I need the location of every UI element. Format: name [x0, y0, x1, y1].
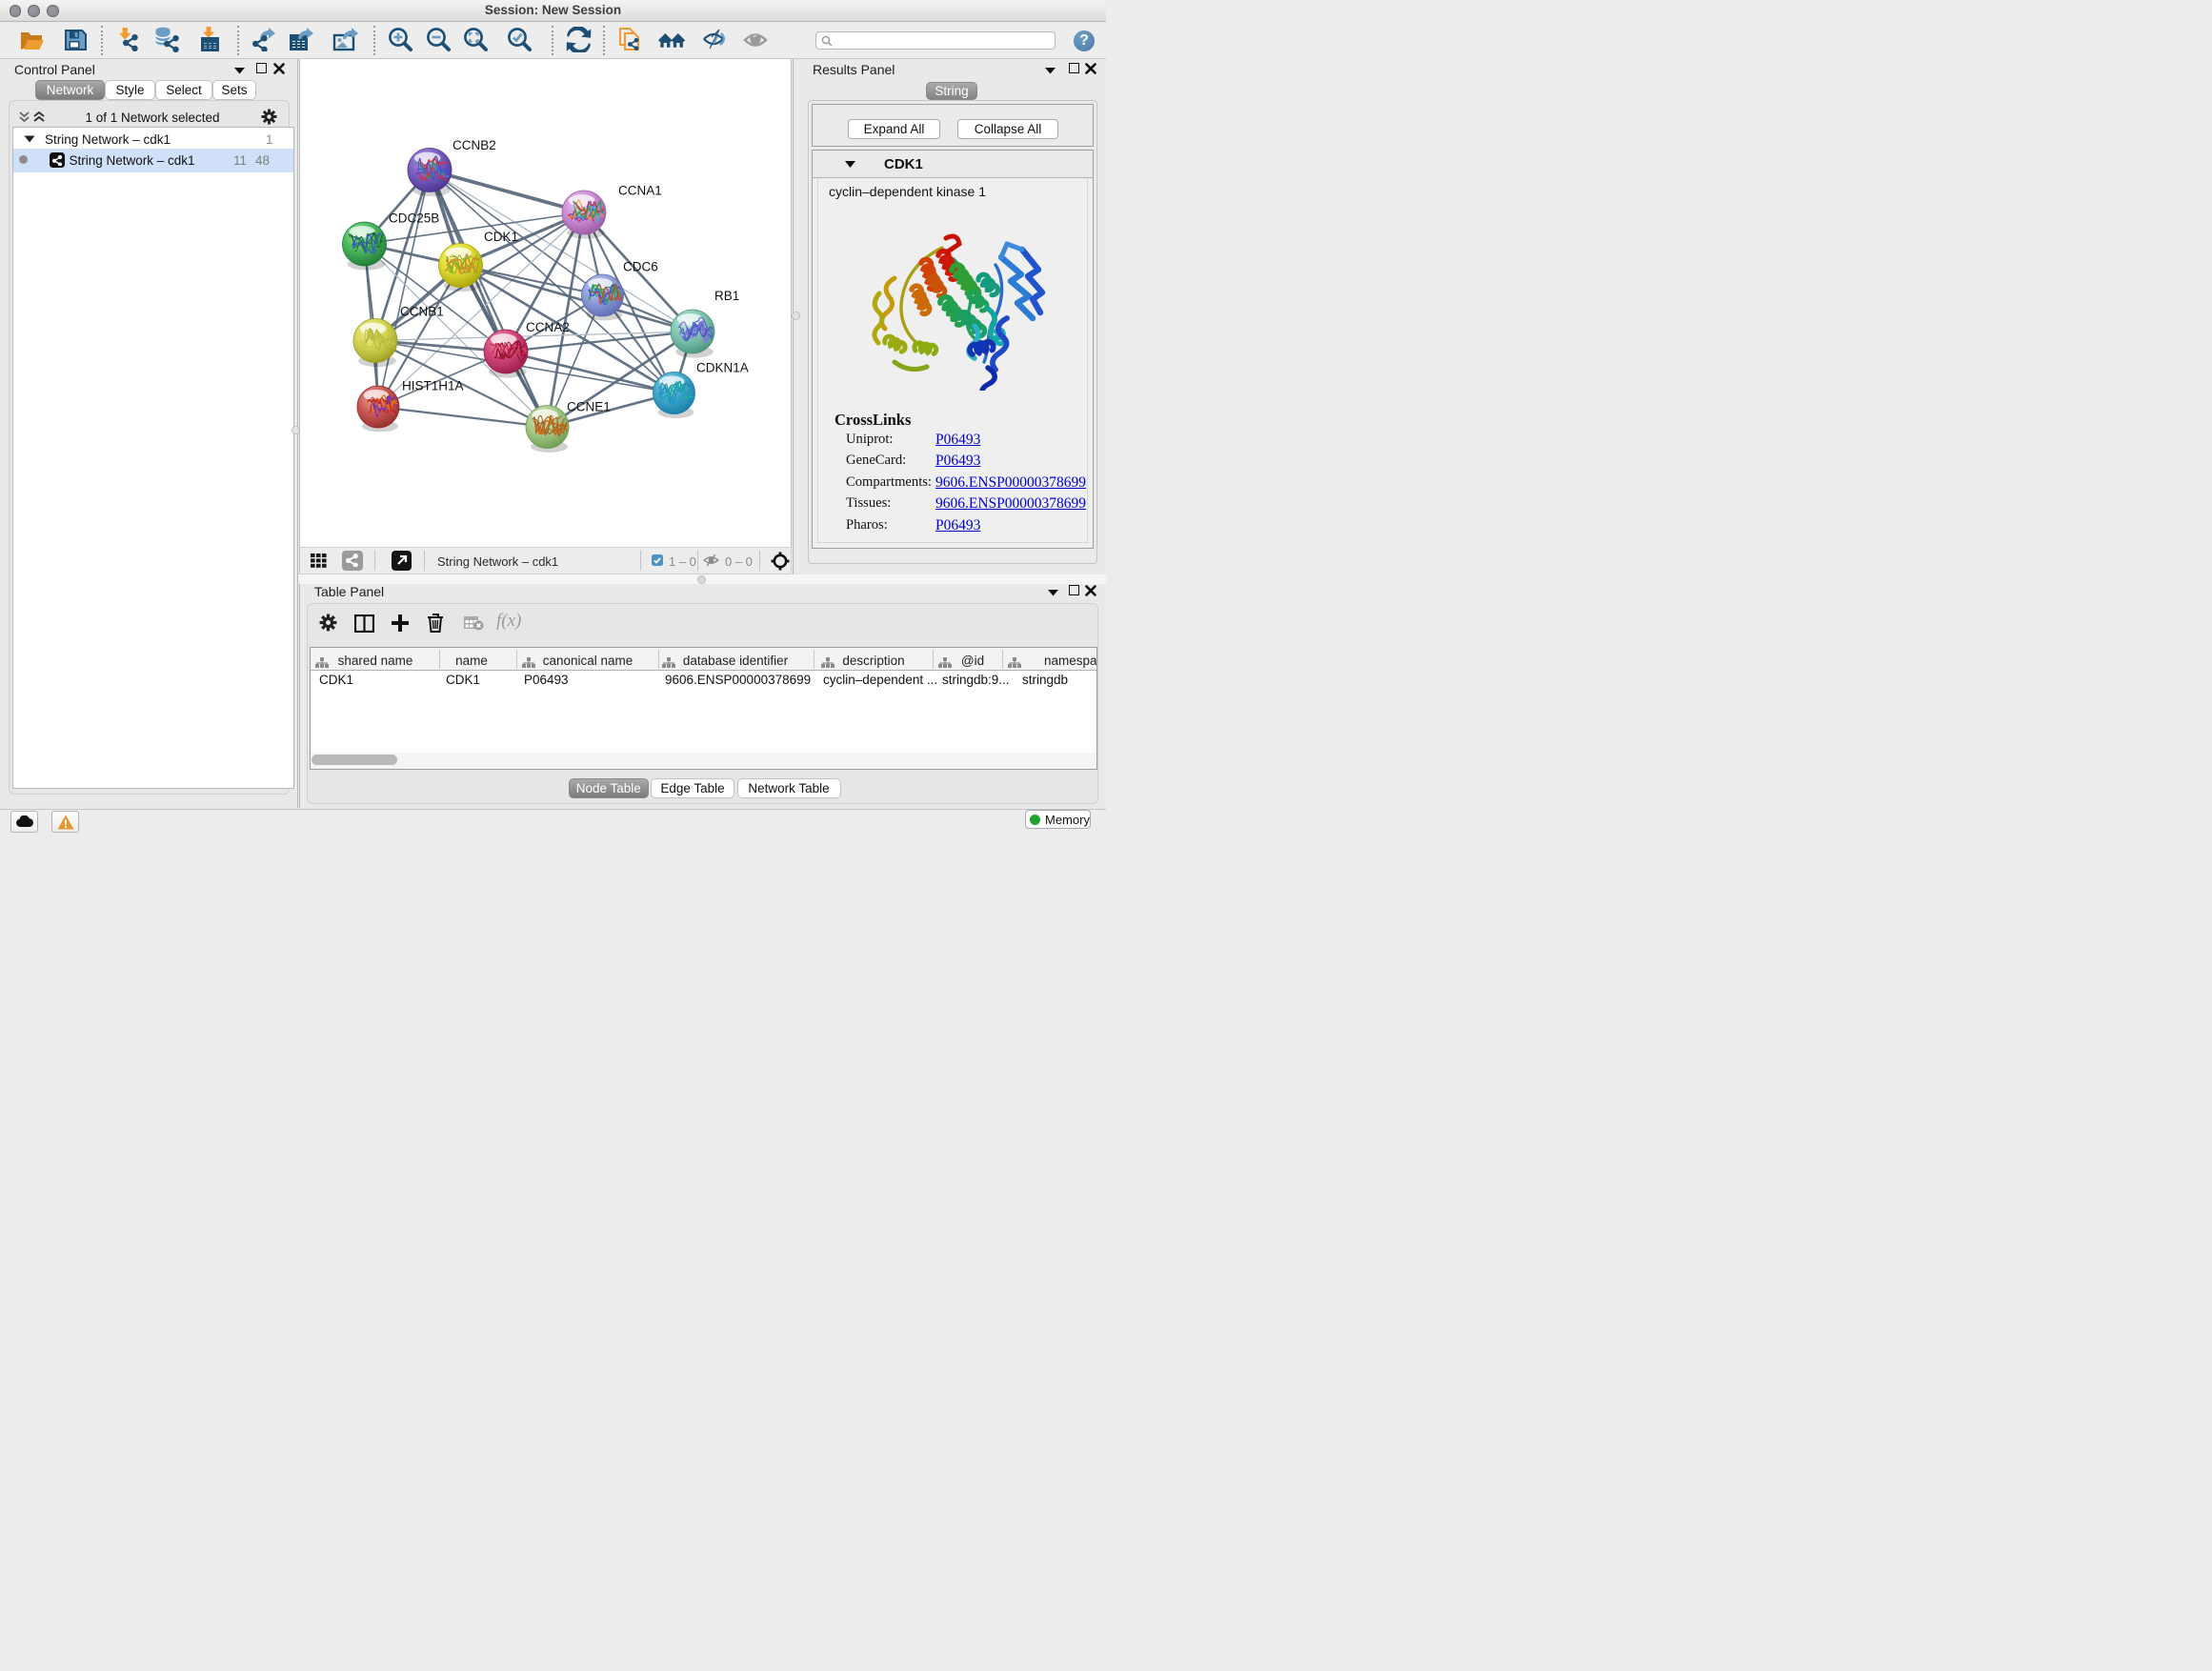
svg-text:RB1: RB1	[714, 289, 739, 303]
svg-text:CCNA2: CCNA2	[526, 320, 570, 334]
svg-text:CCNE1: CCNE1	[567, 400, 611, 414]
svg-text:CDKN1A: CDKN1A	[696, 361, 749, 375]
svg-text:CDK1: CDK1	[484, 230, 518, 244]
svg-text:CCNB1: CCNB1	[400, 305, 444, 319]
svg-text:HIST1H1A: HIST1H1A	[402, 379, 464, 393]
svg-text:CDC25B: CDC25B	[389, 211, 439, 226]
svg-text:CCNB2: CCNB2	[452, 138, 496, 152]
svg-text:CCNA1: CCNA1	[618, 184, 662, 198]
svg-text:CDC6: CDC6	[623, 260, 658, 274]
